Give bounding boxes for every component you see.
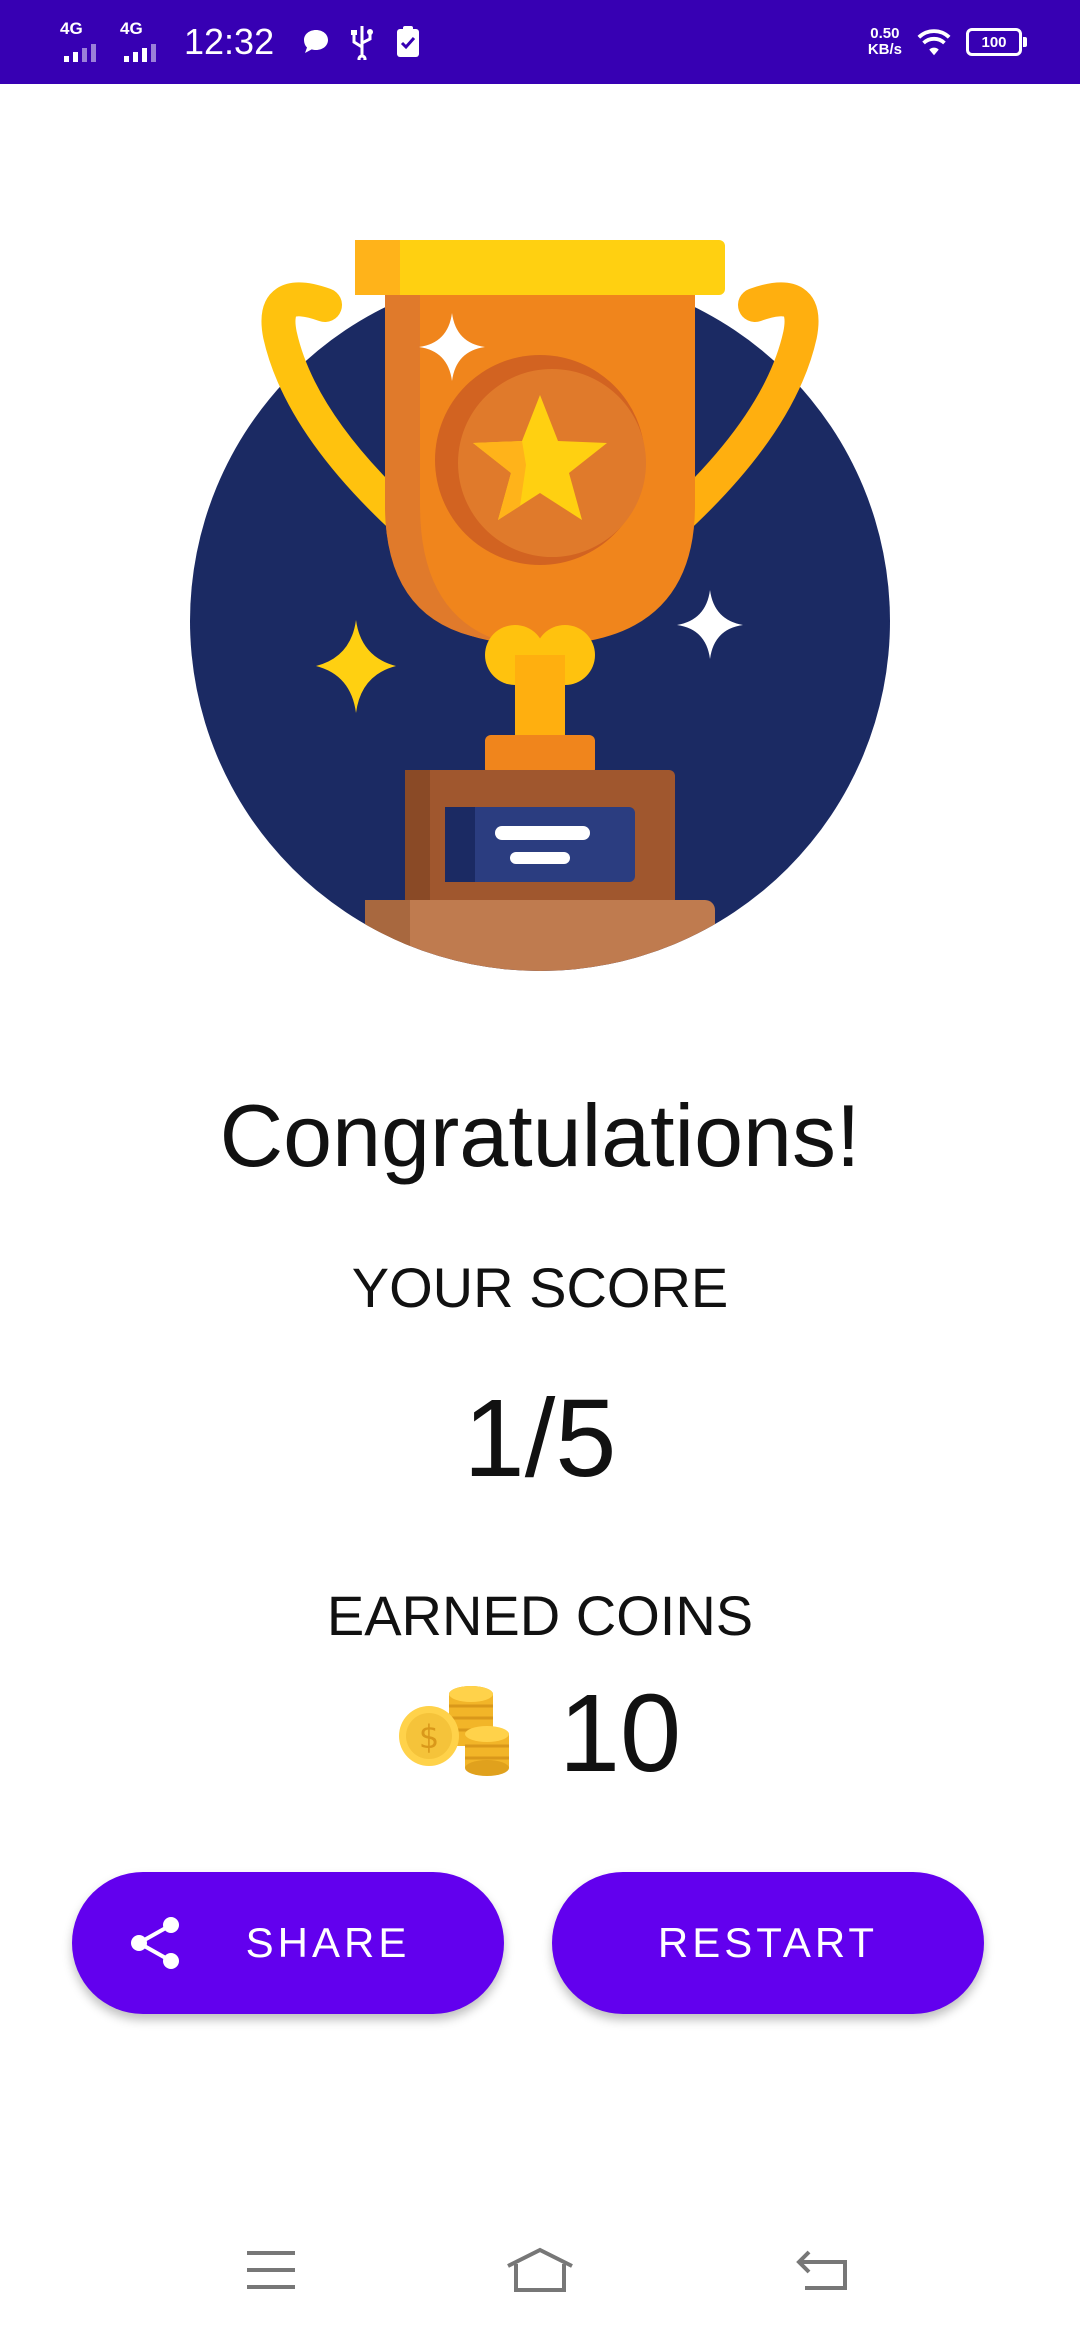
signal-icon bbox=[64, 44, 96, 62]
clipboard-icon bbox=[390, 24, 426, 60]
clock: 12:32 bbox=[184, 21, 275, 62]
home-button[interactable] bbox=[495, 2230, 585, 2310]
restart-button[interactable]: RESTART bbox=[552, 1872, 984, 2014]
share-icon bbox=[131, 1917, 179, 1969]
speed-value: 0.50 bbox=[870, 25, 900, 42]
menu-button[interactable] bbox=[226, 2230, 316, 2310]
network-type-2: 4G bbox=[120, 19, 143, 38]
home-icon bbox=[507, 2247, 573, 2292]
back-icon bbox=[796, 2250, 847, 2290]
navigation-bar bbox=[0, 2200, 1080, 2340]
congratulations-title: Congratulations! bbox=[219, 1086, 861, 1185]
wifi-icon bbox=[916, 24, 952, 60]
earned-coins-label: EARNED COINS bbox=[326, 1584, 754, 1647]
battery-level: 100 bbox=[981, 33, 1007, 51]
back-button[interactable] bbox=[778, 2230, 868, 2310]
signal-indicator-1: 4G bbox=[60, 20, 110, 64]
trophy-illustration bbox=[190, 240, 890, 971]
status-bar: 4G 4G 12:32 0.50 KB/s 100 bbox=[0, 0, 1080, 84]
share-button-label: SHARE bbox=[245, 1919, 411, 1966]
coins-icon: $ bbox=[398, 1685, 509, 1776]
signal-icon bbox=[124, 44, 156, 62]
battery-icon: 100 bbox=[966, 28, 1027, 56]
svg-text:$: $ bbox=[419, 1718, 439, 1756]
signal-indicator-2: 4G bbox=[120, 20, 170, 64]
share-button[interactable]: SHARE bbox=[72, 1872, 504, 2014]
speed-unit: KB/s bbox=[867, 41, 902, 58]
score-label: YOUR SCORE bbox=[351, 1256, 729, 1319]
menu-icon bbox=[247, 2251, 295, 2289]
network-type-1: 4G bbox=[60, 19, 83, 38]
earned-coins-row: $ 10 bbox=[0, 1670, 1080, 1797]
message-icon bbox=[298, 24, 334, 60]
restart-button-label: RESTART bbox=[657, 1919, 879, 1966]
network-speed: 0.50 KB/s bbox=[868, 26, 902, 58]
coins-value: 10 bbox=[558, 1672, 682, 1795]
score-value: 1/5 bbox=[463, 1377, 617, 1500]
usb-icon bbox=[344, 24, 380, 60]
